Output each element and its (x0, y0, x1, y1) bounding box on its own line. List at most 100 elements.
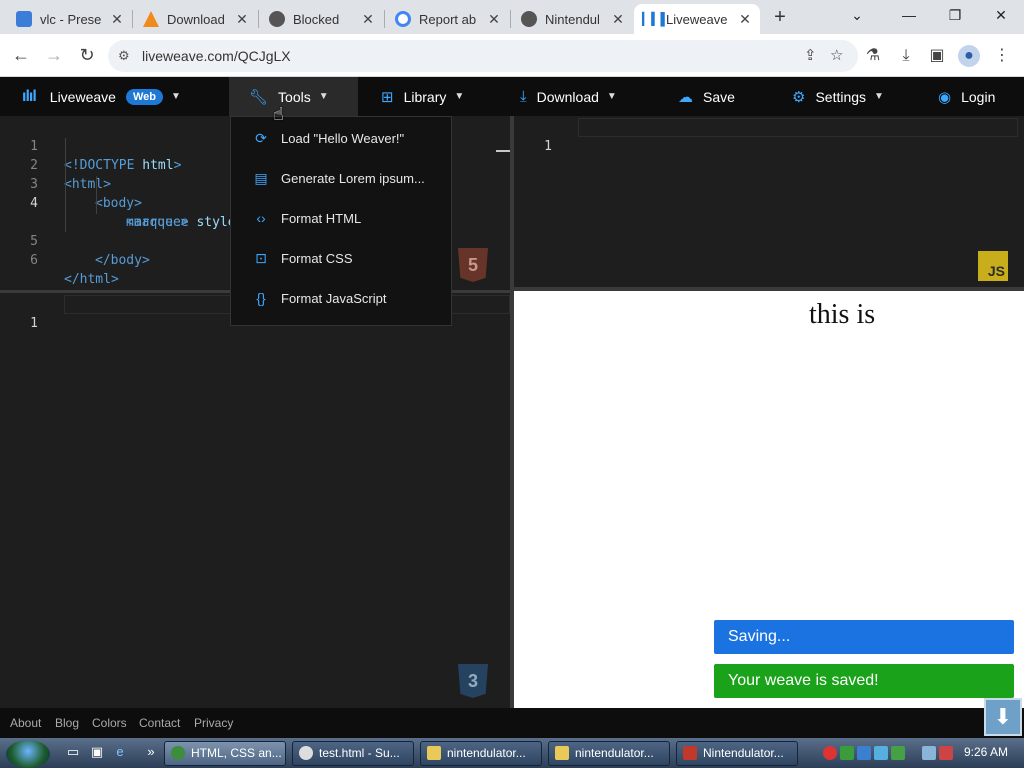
close-icon[interactable]: ✕ (361, 11, 375, 28)
tab-title: vlc - Prese (40, 11, 102, 27)
menu-icon[interactable]: ⋮ (991, 45, 1013, 67)
settings-menu-label: Settings (815, 88, 867, 105)
line-number: 6 (30, 253, 38, 268)
tab-separator (258, 10, 259, 28)
browser-tab[interactable]: Download ✕ (135, 4, 257, 34)
star-icon[interactable]: ☆ (830, 46, 843, 64)
browser-toolbar: ← → ↻ ⚙ liveweave.com/QCJgLX ⇪ ☆ ⚗ ⤓ ▣ ●… (0, 34, 1024, 77)
close-icon[interactable]: ✕ (235, 11, 249, 28)
hand-cursor-icon: ☝ (273, 104, 284, 124)
browser-tab[interactable]: Blocked ✕ (261, 4, 383, 34)
js-editor[interactable]: 1 (514, 116, 1024, 290)
library-menu[interactable]: ⊞ Library ▼ (361, 77, 484, 116)
taskbar-item[interactable]: test.html - Su... (292, 741, 414, 766)
volume-muted-icon[interactable] (939, 746, 953, 760)
menu-item-format-html[interactable]: ‹› Format HTML (231, 198, 451, 238)
new-tab-button[interactable]: + (769, 6, 791, 28)
menu-item-label: Format CSS (281, 250, 353, 266)
tray-app-icon[interactable] (840, 746, 854, 760)
menu-item-format-css[interactable]: ⊡ Format CSS (231, 238, 451, 278)
globe-icon (521, 11, 537, 27)
browser-tab-active[interactable]: ▎▍▌ Liveweave ✕ (634, 4, 760, 34)
brand[interactable]: ılıl Liveweave Web ▼ (22, 77, 181, 116)
url-text[interactable]: liveweave.com/QCJgLX (142, 48, 291, 64)
css-editor[interactable]: 1 (0, 293, 510, 708)
footer-link-privacy[interactable]: Privacy (194, 716, 233, 730)
internet-explorer-icon[interactable]: e (111, 744, 129, 762)
download-arrow-icon[interactable]: ⬇ (984, 698, 1022, 736)
sidepanel-icon[interactable]: ▣ (926, 45, 948, 67)
close-icon[interactable]: ✕ (611, 11, 625, 28)
html5-logo-icon: 5 (458, 248, 488, 282)
taskbar-item[interactable]: nintendulator... (420, 741, 542, 766)
browser-tab[interactable]: vlc - Prese ✕ (8, 4, 132, 34)
tray-app-icon[interactable] (874, 746, 888, 760)
tray-app-icon[interactable] (891, 746, 905, 760)
close-icon[interactable]: ✕ (738, 11, 752, 28)
browser-tab[interactable]: Report ab ✕ (387, 4, 509, 34)
site-info-icon[interactable]: ⚙ (118, 48, 130, 64)
line-number: 1 (544, 139, 552, 154)
forward-icon[interactable]: → (43, 44, 65, 66)
taskbar-item[interactable]: nintendulator... (548, 741, 670, 766)
chevron-down-icon: ▼ (318, 91, 329, 102)
indent-guide (96, 176, 97, 214)
show-desktop-icon[interactable]: ▭ (64, 744, 82, 762)
menu-item-format-javascript[interactable]: {} Format JavaScript (231, 278, 451, 318)
user-circle-icon: ◉ (938, 88, 952, 106)
footer-link-contact[interactable]: Contact (139, 716, 180, 730)
preview-marquee-text: this is (809, 299, 876, 330)
footer-link-blog[interactable]: Blog (55, 716, 79, 730)
taskbar-item[interactable]: Nintendulator... (676, 741, 798, 766)
back-icon[interactable]: ← (10, 44, 32, 66)
scrollbar-marker[interactable] (496, 150, 510, 152)
explorer-icon[interactable]: ▣ (88, 744, 106, 762)
library-add-icon: ⊞ (381, 88, 394, 106)
close-icon[interactable]: ✕ (487, 11, 501, 28)
tools-menu[interactable]: 🔧︎ Tools ▼ (229, 77, 358, 116)
minimize-button[interactable]: — (886, 0, 932, 30)
quicklaunch-overflow-icon[interactable]: » (142, 744, 160, 762)
cloud-upload-icon: ☁ (678, 88, 693, 106)
close-window-button[interactable]: ✕ (978, 0, 1024, 30)
sublime-icon (299, 746, 313, 760)
profile-icon[interactable]: ● (958, 45, 980, 67)
web-badge: Web (125, 88, 163, 105)
share-icon[interactable]: ⇪ (804, 46, 817, 64)
browser-tab[interactable]: Nintendul ✕ (513, 4, 633, 34)
liveweave-logo-icon: ▎▍▌ (642, 12, 669, 26)
download-icon[interactable]: ⤓ (895, 45, 917, 67)
footer-link-about[interactable]: About (10, 716, 41, 730)
start-button[interactable] (6, 740, 50, 768)
menu-item-load-hello-weaver[interactable]: ⟳ Load "Hello Weaver!" (231, 118, 451, 158)
footer-link-colors[interactable]: Colors (92, 716, 127, 730)
network-icon[interactable] (922, 746, 936, 760)
taskbar-clock[interactable]: 9:26 AM (964, 745, 1008, 759)
tab-title: Report ab (419, 11, 477, 27)
reload-icon[interactable]: ↻ (76, 44, 98, 66)
css-file-icon: ⊡ (255, 249, 267, 266)
restore-button[interactable]: ❐ (932, 0, 978, 30)
app-header: ılıl Liveweave Web ▼ 🔧︎ Tools ▼ ⊞ Librar… (0, 77, 1024, 116)
save-button[interactable]: ☁ Save (658, 77, 755, 116)
line-number: 1 (30, 316, 38, 331)
nintendulator-icon (683, 746, 697, 760)
menu-item-generate-lorem[interactable]: ▤ Generate Lorem ipsum... (231, 158, 451, 198)
tab-search-chevron-icon[interactable]: ⌄ (834, 0, 880, 30)
labs-icon[interactable]: ⚗ (862, 45, 884, 67)
download-menu[interactable]: ⤓ Download ▼ (500, 77, 637, 116)
security-alert-icon[interactable] (823, 746, 837, 760)
login-button[interactable]: ◉ Login (918, 77, 1015, 116)
close-icon[interactable]: ✕ (110, 11, 124, 28)
indent-guide (65, 138, 66, 232)
braces-icon: {} (256, 290, 266, 306)
current-line-highlight (578, 118, 1018, 137)
taskbar-item[interactable]: HTML, CSS an... (164, 741, 286, 766)
save-label: Save (703, 88, 735, 105)
address-bar[interactable]: ⚙ liveweave.com/QCJgLX ⇪ ☆ (108, 40, 858, 72)
taskbar-item-label: test.html - Su... (319, 746, 400, 760)
download-icon: ⤓ (520, 88, 527, 105)
settings-menu[interactable]: ⚙ Settings ▼ (772, 77, 904, 116)
tray-app-icon[interactable] (857, 746, 871, 760)
tab-separator (510, 10, 511, 28)
